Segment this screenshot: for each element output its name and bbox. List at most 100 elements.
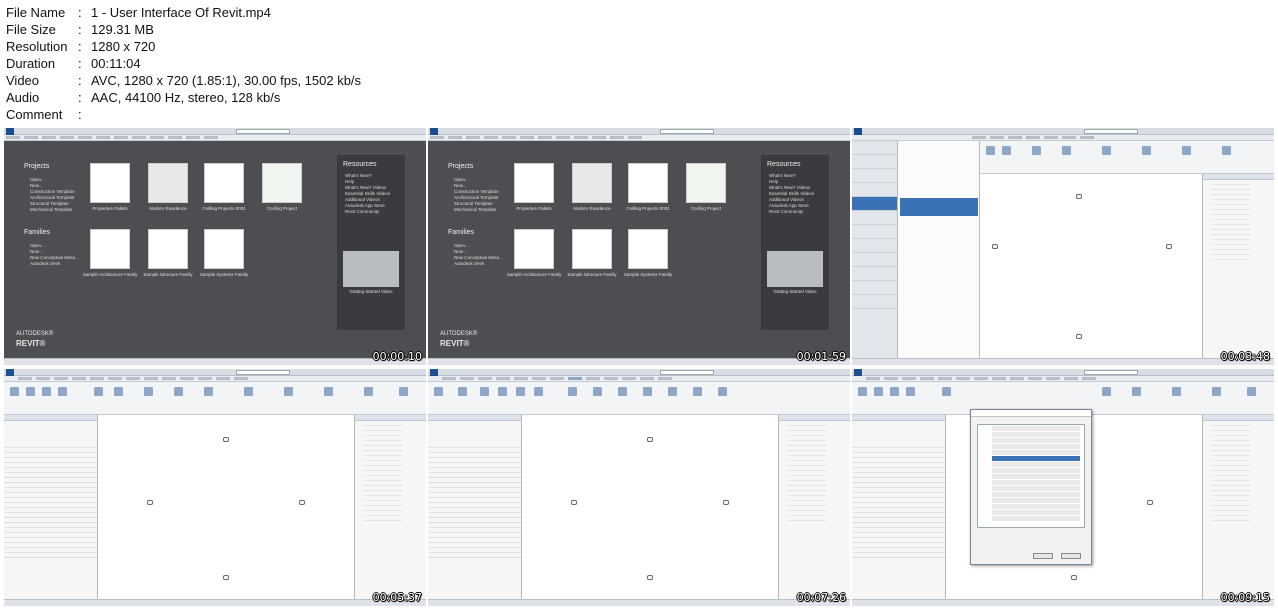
project-card-thumbnail (628, 163, 668, 203)
drawing-canvas (99, 415, 354, 599)
revit-logo-icon (854, 369, 862, 376)
timestamp: 00:01:59 (796, 350, 846, 363)
meta-row-comment: Comment : (6, 106, 361, 123)
thumbnail-project-view[interactable]: 00:07:26 (428, 369, 850, 606)
family-card-label: Sample Systems Family (623, 272, 673, 277)
meta-key: Duration (6, 56, 56, 71)
search-box (1084, 370, 1138, 375)
project-card-label: Nodern Residence (149, 206, 187, 211)
project-card-thumbnail (204, 163, 244, 203)
elevation-marker (992, 244, 998, 249)
elevation-marker (1076, 334, 1082, 339)
elevation-marker (571, 500, 577, 505)
projects-heading: Projects (24, 163, 50, 170)
family-link: Autodesk Seek (454, 261, 485, 266)
family-card-thumbnail (628, 229, 668, 269)
revit-logo-icon (430, 369, 438, 376)
project-browser (1202, 174, 1274, 358)
file-menu-panel (898, 141, 980, 358)
families-heading: Families (24, 229, 51, 236)
cancel-button (1061, 553, 1081, 559)
properties-palette (4, 415, 98, 599)
timestamp: 00:09:15 (1220, 591, 1270, 604)
thumbnail-project-view[interactable]: 00:05:37 (4, 369, 426, 606)
meta-key: Comment (6, 107, 63, 122)
meta-row-video: Video : AVC, 1280 x 720 (1.85:1), 30.00 … (6, 72, 361, 89)
status-bar (4, 358, 426, 365)
meta-row-file-name: File Name : 1 - User Interface Of Revit.… (6, 4, 361, 21)
file-menu-sidebar (852, 141, 898, 358)
search-box (660, 129, 714, 134)
timestamp: 00:00:10 (372, 350, 422, 363)
thumbnail-start-screen[interactable]: Projects Open... New... Construction Tem… (4, 128, 426, 365)
start-screen: Projects Open... New... Construction Tem… (428, 141, 850, 358)
customize-toolbar-dialog (970, 409, 1092, 565)
meta-row-file-size: File Size : 129.31 MB (6, 21, 361, 38)
project-card-label: Nodern Residence (573, 206, 611, 211)
project-card-label: Ceilling Project (266, 206, 297, 211)
project-link: Mechanical Template (454, 207, 497, 212)
meta-key: File Name (6, 5, 66, 20)
ribbon (428, 382, 850, 415)
project-card-thumbnail (572, 163, 612, 203)
families-heading: Families (448, 229, 475, 236)
family-card-label: Sample Architecture Family (506, 272, 562, 277)
project-browser (1202, 415, 1274, 599)
search-box (236, 129, 290, 134)
title-bar (428, 369, 850, 376)
resource-links: What's New? Help What's New? Videos Esse… (769, 173, 814, 215)
meta-key: Video (6, 73, 40, 88)
status-bar (4, 599, 426, 606)
projects-heading: Projects (448, 163, 474, 170)
family-link: Autodesk Seek (30, 261, 61, 266)
video-thumbnail (767, 251, 823, 287)
family-card-thumbnail (514, 229, 554, 269)
video-thumbnail (343, 251, 399, 287)
family-links: Open... New... New Conceptual Mass... Au… (30, 243, 79, 267)
project-links: Open... New... Construction Template Arc… (30, 177, 75, 213)
revit-logo-icon (6, 369, 14, 376)
resources-heading: Resources (343, 161, 377, 168)
project-card-thumbnail (90, 163, 130, 203)
project-link: Mechanical Template (30, 207, 73, 212)
meta-key: Audio (6, 90, 40, 105)
thumbnail-customize-dialog[interactable]: 00:09:15 (852, 369, 1274, 606)
project-card-label: Ceilling Projects 0001 (202, 206, 246, 211)
project-browser (354, 415, 426, 599)
thumbnail-start-screen[interactable]: Projects Open... New... Construction Tem… (428, 128, 850, 365)
resource-links: What's New? Help What's New? Videos Esse… (345, 173, 390, 215)
title-bar (4, 128, 426, 135)
file-metadata: File Name : 1 - User Interface Of Revit.… (6, 4, 361, 123)
timestamp: 00:07:26 (796, 591, 846, 604)
family-links: Open... New... New Conceptual Mass... Au… (454, 243, 503, 267)
elevation-marker (223, 437, 229, 442)
revit-logo-icon (854, 128, 862, 135)
meta-row-audio: Audio : AAC, 44100 Hz, stereo, 128 kb/s (6, 89, 361, 106)
family-card-label: Sample Systems Family (199, 272, 249, 277)
project-card-label: Properties Pallets (516, 206, 552, 211)
elevation-marker (223, 575, 229, 580)
meta-separator: : (78, 56, 82, 71)
thumbnail-file-menu[interactable]: 00:03:48 (852, 128, 1274, 365)
meta-row-duration: Duration : 00:11:04 (6, 55, 361, 72)
ok-button (1033, 553, 1053, 559)
status-bar (852, 358, 1274, 365)
elevation-marker (1076, 194, 1082, 199)
resource-link: Revit Community (769, 209, 804, 214)
meta-value: 1 - User Interface Of Revit.mp4 (91, 5, 271, 20)
meta-separator: : (78, 39, 82, 54)
meta-key: Resolution (6, 39, 68, 54)
drawing-canvas (980, 174, 1202, 358)
title-bar (852, 369, 1274, 376)
elevation-marker (1071, 575, 1077, 580)
brand-autodesk: AUTODESK® (16, 331, 54, 337)
elevation-marker (647, 575, 653, 580)
project-links: Open... New... Construction Template Arc… (454, 177, 499, 213)
elevation-marker (299, 500, 305, 505)
timestamp: 00:03:48 (1220, 350, 1270, 363)
project-card-thumbnail (686, 163, 726, 203)
video-label: Getting Started Video (349, 289, 393, 294)
meta-row-resolution: Resolution : 1280 x 720 (6, 38, 361, 55)
status-bar (428, 358, 850, 365)
elevation-marker (723, 500, 729, 505)
